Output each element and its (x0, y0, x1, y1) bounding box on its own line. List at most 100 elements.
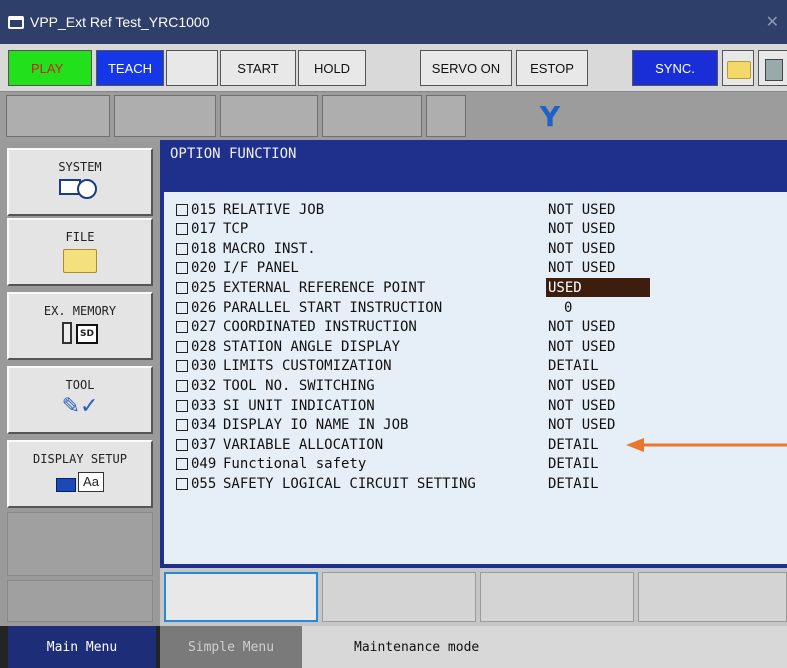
function-key-5[interactable] (426, 95, 466, 137)
option-checkbox[interactable] (176, 321, 188, 334)
function-key-4[interactable] (322, 95, 422, 137)
option-row[interactable]: 055 SAFETY LOGICAL CIRCUIT SETTING (176, 474, 476, 493)
option-number: 020 (191, 260, 217, 277)
option-value[interactable]: DETAIL (546, 435, 601, 454)
option-row[interactable]: 015 RELATIVE JOB (176, 200, 324, 219)
sub-button-4[interactable] (638, 572, 787, 622)
option-value[interactable]: DETAIL (546, 474, 601, 493)
option-row[interactable]: 027 COORDINATED INSTRUCTION (176, 318, 417, 337)
option-row[interactable]: 017 TCP (176, 220, 248, 239)
menu-item-label: SYSTEM (58, 160, 102, 174)
option-value[interactable]: NOT USED (546, 220, 617, 239)
option-checkbox[interactable] (176, 477, 188, 490)
close-icon[interactable]: ✕ (766, 12, 779, 32)
option-row[interactable]: 028 STATION ANGLE DISPLAY (176, 337, 400, 356)
menu-item-display-setup[interactable]: DISPLAY SETUP Aa (7, 440, 153, 508)
menu-item-system[interactable]: SYSTEM (7, 148, 153, 216)
option-list: 015 RELATIVE JOB NOT USED 017 TCP NOT USED 018… (164, 192, 787, 564)
option-checkbox[interactable] (176, 438, 188, 451)
option-name: RELATIVE JOB (223, 201, 325, 218)
toolbar-blank-button[interactable] (166, 50, 218, 86)
option-value[interactable]: NOT USED (546, 337, 617, 356)
tool-icon: ✎✓ (61, 394, 99, 419)
simple-menu-button[interactable]: Simple Menu (160, 626, 302, 668)
calculator-button[interactable] (758, 50, 787, 86)
hold-button[interactable]: HOLD (298, 50, 366, 86)
status-message: Maintenance mode (302, 626, 787, 668)
panel-title: OPTION FUNCTION (170, 146, 297, 162)
option-row[interactable]: 025 EXTERNAL REFERENCE POINT (176, 278, 425, 297)
option-number: 049 (191, 456, 217, 473)
option-name: TCP (223, 221, 249, 238)
option-number: 028 (191, 338, 217, 355)
option-row[interactable]: 018 MACRO INST. (176, 239, 316, 258)
folder-icon (63, 249, 97, 273)
menu-empty-slot (7, 512, 153, 576)
bottom-status-bar: Main Menu Simple Menu Maintenance mode (0, 626, 787, 668)
option-checkbox[interactable] (176, 301, 188, 314)
menu-item-label: DISPLAY SETUP (33, 452, 127, 466)
folder-button[interactable] (722, 50, 754, 86)
option-row[interactable]: 032 TOOL NO. SWITCHING (176, 376, 375, 395)
option-checkbox[interactable] (176, 419, 188, 432)
option-checkbox[interactable] (176, 203, 188, 216)
option-value[interactable]: NOT USED (546, 200, 617, 219)
option-number: 025 (191, 279, 217, 296)
axis-indicator: Y (539, 99, 561, 133)
option-row[interactable]: 049 Functional safety (176, 455, 366, 474)
option-checkbox[interactable] (176, 281, 188, 294)
option-value[interactable]: NOT USED (546, 239, 617, 258)
option-value[interactable]: NOT USED (546, 376, 617, 395)
start-button[interactable]: START (220, 50, 296, 86)
sub-button-1[interactable] (164, 572, 318, 622)
menu-item-file[interactable]: FILE (7, 218, 153, 286)
option-value[interactable]: DETAIL (546, 455, 601, 474)
folder-icon (727, 61, 751, 79)
option-name: COORDINATED INSTRUCTION (223, 319, 417, 336)
option-name: VARIABLE ALLOCATION (223, 436, 384, 453)
function-key-1[interactable] (6, 95, 110, 137)
option-checkbox[interactable] (176, 379, 188, 392)
option-value[interactable]: 0 (562, 298, 574, 317)
option-checkbox[interactable] (176, 360, 188, 373)
option-number: 037 (191, 436, 217, 453)
option-value[interactable]: DETAIL (546, 357, 601, 376)
option-value[interactable]: NOT USED (546, 259, 617, 278)
option-checkbox[interactable] (176, 262, 188, 275)
option-row[interactable]: 020 I/F PANEL (176, 259, 299, 278)
option-value[interactable]: NOT USED (546, 318, 617, 337)
servo-on-button[interactable]: SERVO ON (420, 50, 512, 86)
menu-item-label: FILE (65, 230, 95, 244)
option-row[interactable]: 034 DISPLAY IO NAME IN JOB (176, 416, 408, 435)
sub-button-2[interactable] (322, 572, 476, 622)
teach-button[interactable]: TEACH (96, 50, 164, 86)
option-value-selected[interactable]: USED (546, 278, 650, 298)
option-checkbox[interactable] (176, 399, 188, 412)
sub-button-3[interactable] (480, 572, 634, 622)
menu-item-ex-memory[interactable]: EX. MEMORY SD (7, 292, 153, 360)
option-value[interactable]: NOT USED (546, 416, 617, 435)
menu-item-label: EX. MEMORY (43, 304, 117, 318)
option-row[interactable]: 033 SI UNIT INDICATION (176, 396, 375, 415)
play-button[interactable]: PLAY (8, 50, 92, 86)
option-checkbox[interactable] (176, 458, 188, 471)
option-name: MACRO INST. (223, 240, 316, 257)
mode-toolbar: PLAY TEACH START HOLD SERVO ON ESTOP SYN… (0, 44, 787, 92)
function-key-2[interactable] (114, 95, 216, 137)
function-key-3[interactable] (220, 95, 318, 137)
option-row[interactable]: 026 PARALLEL START INSTRUCTION (176, 298, 442, 317)
menu-item-label: TOOL (65, 378, 95, 392)
option-number: 034 (191, 417, 217, 434)
sync-button[interactable]: SYNC. (632, 50, 718, 86)
window-title: VPP_Ext Ref Test_YRC1000 (30, 14, 210, 30)
option-checkbox[interactable] (176, 242, 188, 255)
menu-item-tool[interactable]: TOOL ✎✓ (7, 366, 153, 434)
main-menu-button[interactable]: Main Menu (8, 626, 156, 668)
option-checkbox[interactable] (176, 223, 188, 236)
estop-button[interactable]: ESTOP (516, 50, 588, 86)
option-value[interactable]: NOT USED (546, 396, 617, 415)
option-checkbox[interactable] (176, 340, 188, 353)
arrow-annotation (626, 438, 787, 452)
option-row[interactable]: 037 VARIABLE ALLOCATION (176, 435, 383, 454)
option-row[interactable]: 030 LIMITS CUSTOMIZATION (176, 357, 392, 376)
